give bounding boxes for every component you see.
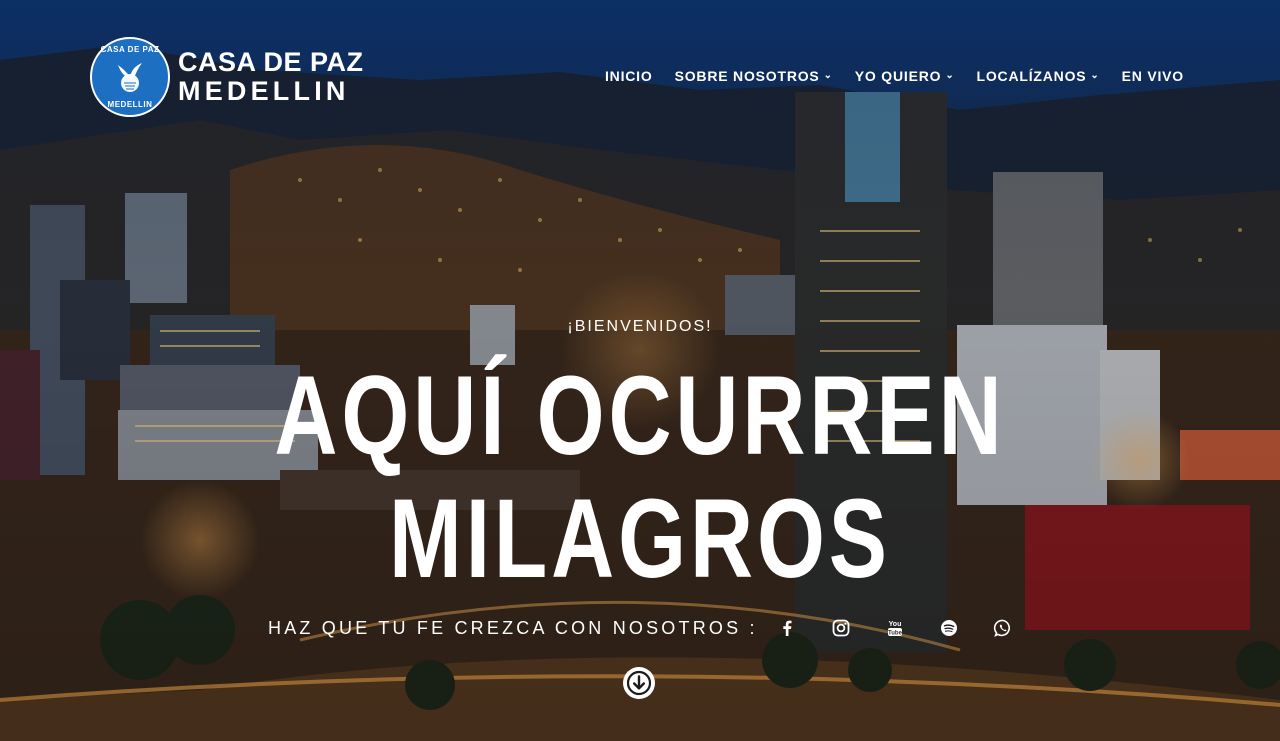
youtube-icon[interactable]: You Tube: [884, 617, 906, 639]
site-logo[interactable]: CASA DE PAZ MEDELLIN CASA DE PAZ MEDELLI…: [90, 37, 364, 117]
svg-text:You: You: [888, 621, 901, 628]
nav-item-label: LOCALÍZANOS: [976, 68, 1087, 84]
whatsapp-icon[interactable]: [992, 617, 1014, 639]
arrow-down-circle-icon: [623, 667, 655, 699]
logo-badge: CASA DE PAZ MEDELLIN: [90, 37, 170, 117]
hero-section: CASA DE PAZ MEDELLIN CASA DE PAZ MEDELLI…: [0, 0, 1280, 741]
tagline-text: HAZ QUE TU FE CREZCA CON NOSOTROS :: [268, 617, 758, 638]
nav-item-yo-quiero[interactable]: YO QUIERO ⌄: [855, 68, 955, 84]
social-links: You Tube: [776, 617, 1014, 639]
main-nav: INICIO SOBRE NOSOTROS ⌄ YO QUIERO ⌄ LOCA…: [605, 68, 1184, 84]
nav-item-inicio[interactable]: INICIO: [605, 68, 653, 84]
svg-text:Tube: Tube: [888, 631, 903, 637]
dove-icon: [118, 63, 142, 92]
nav-item-label: INICIO: [604, 68, 653, 84]
facebook-icon[interactable]: [776, 617, 798, 639]
logo-badge-bottom-text: MEDELLIN: [107, 100, 153, 109]
spotify-icon[interactable]: [938, 617, 960, 639]
logo-line-1: CASA DE PAZ: [178, 47, 364, 77]
nav-item-label: SOBRE NOSOTROS: [674, 68, 820, 84]
logo-badge-top-text: CASA DE PAZ: [100, 45, 160, 54]
chevron-down-icon: ⌄: [1090, 69, 1100, 81]
chevron-down-icon: ⌄: [823, 69, 833, 81]
welcome-text: ¡BIENVENIDOS!: [567, 318, 713, 335]
nav-item-localizanos[interactable]: LOCALÍZANOS ⌄: [977, 68, 1100, 84]
nav-item-label: EN VIVO: [1121, 68, 1184, 84]
logo-line-2: MEDELLIN: [178, 76, 350, 106]
scroll-down-button[interactable]: [622, 666, 656, 700]
logo-wordmark: CASA DE PAZ MEDELLIN: [178, 49, 364, 105]
chevron-down-icon: ⌄: [945, 69, 955, 81]
tagline-row: HAZ QUE TU FE CREZCA CON NOSOTROS : You T…: [268, 614, 1014, 642]
headline-line-2: MILAGROS: [389, 476, 891, 601]
nav-item-label: YO QUIERO: [854, 68, 942, 84]
headline-line-1: AQUÍ OCURREN: [274, 353, 1006, 478]
nav-item-sobre-nosotros[interactable]: SOBRE NOSOTROS ⌄: [675, 68, 833, 84]
nav-item-en-vivo[interactable]: EN VIVO: [1122, 68, 1184, 84]
instagram-icon[interactable]: [830, 617, 852, 639]
